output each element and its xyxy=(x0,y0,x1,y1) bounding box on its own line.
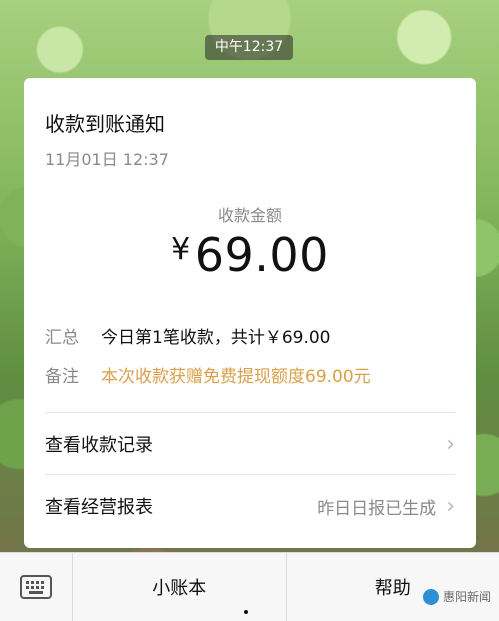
tab-small-ledger[interactable]: 小账本 xyxy=(73,553,287,621)
view-business-report-link[interactable]: 查看经营报表 昨日日报已生成 › xyxy=(45,476,455,536)
view-payment-records-link[interactable]: 查看收款记录 › xyxy=(45,414,455,474)
payment-notification-card: 收款到账通知 11月01日 12:37 收款金额 ¥69.00 汇总今日第1笔收… xyxy=(24,78,476,548)
chevron-right-icon: › xyxy=(446,494,455,519)
currency-symbol: ¥ xyxy=(171,232,191,267)
amount-number: 69.00 xyxy=(195,228,329,282)
link-right-text: 昨日日报已生成 xyxy=(317,494,436,519)
link-label: 查看收款记录 xyxy=(45,431,153,457)
note-row: 备注本次收款获赠免费提现额度69.00元 xyxy=(45,362,371,387)
note-key: 备注 xyxy=(45,362,101,387)
watermark: 惠阳新闻 xyxy=(423,588,491,605)
card-datetime: 11月01日 12:37 xyxy=(45,146,169,170)
card-title: 收款到账通知 xyxy=(45,108,165,137)
keyboard-icon xyxy=(19,573,53,601)
message-timestamp: 中午12:37 xyxy=(205,35,293,60)
watermark-logo-icon xyxy=(423,589,439,605)
chevron-right-icon: › xyxy=(446,432,455,457)
summary-row: 汇总今日第1笔收款，共计￥69.00 xyxy=(45,323,330,348)
link-label: 查看经营报表 xyxy=(45,493,153,519)
amount-label: 收款金额 xyxy=(24,202,476,226)
tab-help[interactable]: 帮助 xyxy=(287,553,499,621)
amount-value: ¥69.00 xyxy=(24,228,476,282)
keyboard-toggle-button[interactable] xyxy=(0,553,73,621)
divider xyxy=(45,412,455,413)
divider xyxy=(45,474,455,475)
watermark-text: 惠阳新闻 xyxy=(443,588,491,605)
summary-value: 今日第1笔收款，共计￥69.00 xyxy=(101,328,330,348)
summary-key: 汇总 xyxy=(45,323,101,348)
indicator-dot xyxy=(244,610,248,614)
note-value: 本次收款获赠免费提现额度69.00元 xyxy=(101,367,371,387)
bottom-menu-bar: 小账本 帮助 xyxy=(0,552,499,621)
